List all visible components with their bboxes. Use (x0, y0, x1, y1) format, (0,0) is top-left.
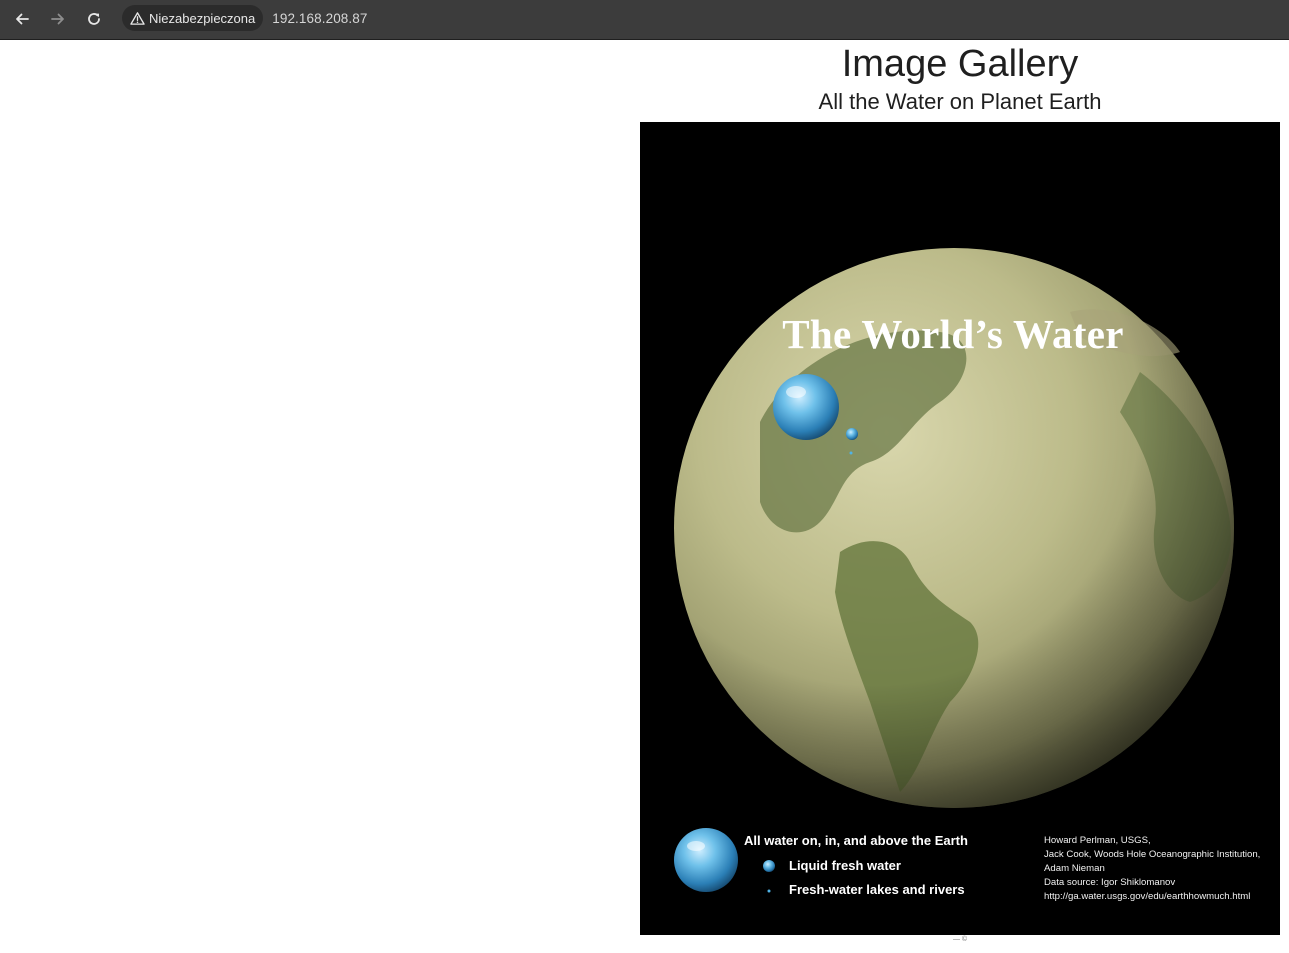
credit-line: Adam Nieman (1044, 863, 1105, 874)
page-footer: — © (952, 936, 968, 943)
browser-toolbar: Niezabezpieczona 192.168.208.87 (0, 0, 1289, 40)
security-label: Niezabezpieczona (149, 10, 256, 26)
credit-line: Jack Cook, Woods Hole Oceanographic Inst… (1044, 849, 1261, 860)
earth-illustration (674, 248, 1234, 893)
poster-credits: Howard Perlman, USGS, Jack Cook, Woods H… (1044, 834, 1260, 904)
legend-all-water: All water on, in, and above the Earth (744, 833, 968, 848)
poster-title: The World’s Water (782, 311, 1124, 357)
reload-icon (88, 13, 100, 25)
legend-lakes-rivers: Fresh-water lakes and rivers (789, 882, 965, 897)
page-title: Image Gallery (841, 43, 1079, 85)
reload-button[interactable] (79, 4, 109, 34)
warning-triangle-icon (130, 11, 145, 25)
security-indicator[interactable]: Niezabezpieczona (122, 5, 264, 31)
address-bar[interactable]: Niezabezpieczona 192.168.208.87 (120, 4, 1280, 32)
image-caption: All the Water on Planet Earth (818, 89, 1102, 114)
forward-arrow-icon (51, 13, 64, 25)
credit-line: Data source: Igor Shiklomanov (1044, 877, 1176, 888)
forward-button[interactable] (43, 4, 73, 34)
back-button[interactable] (7, 4, 37, 34)
back-arrow-icon (16, 13, 29, 25)
credit-line: Howard Perlman, USGS, (1044, 835, 1151, 846)
gallery-image[interactable]: The World’s Water (640, 122, 1280, 935)
credit-line: http://ga.water.usgs.gov/edu/earthhowmuc… (1044, 891, 1251, 902)
url-text[interactable]: 192.168.208.87 (272, 11, 367, 26)
legend-fresh-water: Liquid fresh water (789, 858, 901, 873)
